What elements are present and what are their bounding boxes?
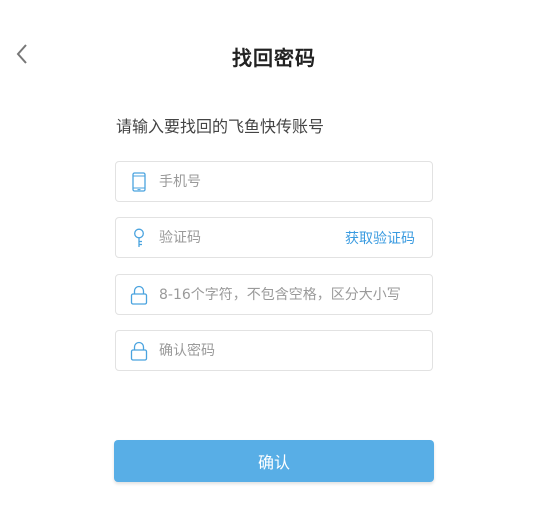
page-title: 找回密码 — [232, 46, 316, 70]
phone-field[interactable] — [115, 161, 433, 202]
password-field[interactable] — [115, 274, 433, 315]
key-icon — [129, 228, 149, 248]
verification-code-input[interactable] — [159, 229, 345, 246]
password-input[interactable] — [159, 286, 432, 303]
instruction-text: 请输入要找回的飞鱼快传账号 — [116, 117, 325, 136]
phone-icon — [129, 171, 149, 192]
lock-icon — [129, 285, 149, 305]
confirm-password-field[interactable] — [115, 330, 433, 371]
confirm-password-input[interactable] — [159, 342, 432, 359]
confirm-button[interactable]: 确认 — [114, 440, 434, 482]
get-code-button[interactable]: 获取验证码 — [345, 228, 415, 248]
verification-code-field[interactable]: 获取验证码 — [115, 217, 433, 258]
lock-icon — [129, 341, 149, 361]
phone-input[interactable] — [159, 173, 432, 190]
